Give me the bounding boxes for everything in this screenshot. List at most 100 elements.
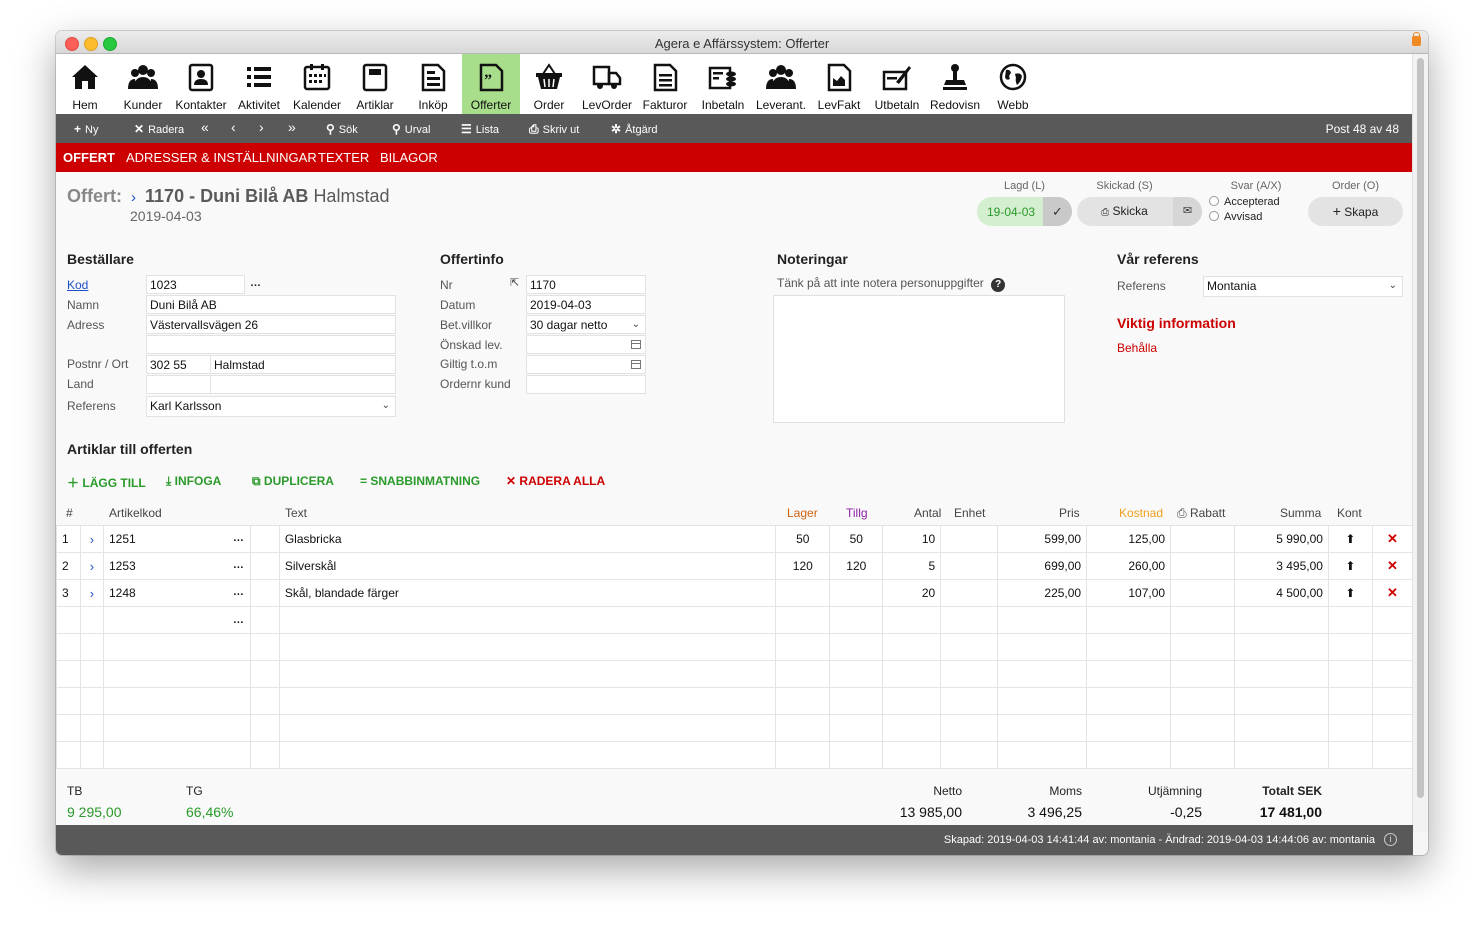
- duplicate-button[interactable]: ⧉ DUPLICERA: [252, 474, 334, 489]
- add-row-button[interactable]: ＋ LÄGG TILL: [67, 474, 146, 491]
- behalla-link[interactable]: Behålla: [1117, 341, 1157, 355]
- mail-icon[interactable]: ✉: [1173, 197, 1202, 226]
- code-lookup-button[interactable]: …: [233, 614, 245, 626]
- nr-field[interactable]: 1170: [526, 275, 646, 294]
- first-record-button[interactable]: «: [201, 119, 209, 135]
- row-delete[interactable]: ✕: [1371, 579, 1414, 607]
- rejected-radio[interactable]: Avvisad: [1209, 211, 1262, 223]
- help-icon[interactable]: ?: [991, 278, 1006, 292]
- row-code[interactable]: 1253…: [102, 552, 251, 580]
- row-unit[interactable]: [940, 552, 999, 580]
- toolbar-kunder[interactable]: Kunder: [114, 54, 172, 114]
- row-discount[interactable]: [1170, 579, 1235, 607]
- row-code[interactable]: 1248…: [102, 579, 251, 607]
- var-referens-select[interactable]: Montania ⌄: [1203, 276, 1403, 297]
- row-delete[interactable]: ✕: [1371, 525, 1414, 553]
- tab-bilagor[interactable]: BILAGOR: [380, 150, 438, 165]
- accepted-radio[interactable]: Accepterad: [1209, 196, 1280, 208]
- adress-field[interactable]: Västervallsvägen 26: [146, 315, 396, 334]
- calendar-icon[interactable]: [631, 360, 641, 369]
- toolbar-redovisn[interactable]: Redovisn: [926, 54, 984, 114]
- new-button[interactable]: + Ny: [74, 122, 98, 136]
- row-text[interactable]: Silverskål: [278, 552, 777, 580]
- toolbar-kalender[interactable]: Kalender: [288, 54, 346, 114]
- table-row[interactable]: 1 › 1251 … Glasbricka 50 50 10 599,00 125…: [56, 525, 1414, 553]
- row-code[interactable]: 1251…: [102, 525, 251, 553]
- delete-all-button[interactable]: ✕ RADERA ALLA: [506, 474, 605, 488]
- land-field[interactable]: [210, 375, 396, 394]
- row-account[interactable]: ⬆: [1327, 579, 1373, 607]
- code-lookup-button[interactable]: …: [233, 559, 245, 571]
- referens-select[interactable]: Karl Karlsson ⌄: [146, 396, 396, 417]
- toolbar-levfakt[interactable]: LevFakt: [810, 54, 868, 114]
- kod-lookup-button[interactable]: …: [250, 277, 262, 289]
- scrollbar-thumb[interactable]: [1417, 58, 1424, 798]
- row-unit[interactable]: [940, 525, 999, 553]
- ort-field[interactable]: Halmstad: [210, 355, 396, 374]
- print-button[interactable]: ⎙ Skriv ut: [529, 122, 579, 137]
- toolbar-fakturor[interactable]: Fakturor: [636, 54, 694, 114]
- row-cost[interactable]: 107,00: [1086, 579, 1172, 607]
- list-button[interactable]: ☰ Lista: [461, 122, 499, 136]
- tab-offert[interactable]: OFFERT: [63, 150, 115, 165]
- toolbar-leverant[interactable]: Leverant.: [752, 54, 810, 114]
- code-lookup-button[interactable]: …: [233, 586, 245, 598]
- postnr-field[interactable]: 302 55: [146, 355, 211, 374]
- info-icon[interactable]: i: [1384, 833, 1397, 846]
- toolbar-order[interactable]: Order: [520, 54, 578, 114]
- land-code-field[interactable]: [146, 375, 211, 394]
- namn-field[interactable]: Duni Bilå AB: [146, 295, 396, 314]
- search-button[interactable]: ⚲ Sök: [326, 122, 358, 136]
- row-price[interactable]: 599,00: [997, 525, 1088, 553]
- betvillkor-select[interactable]: 30 dagar netto ⌄: [526, 315, 646, 334]
- toolbar-inbetaln[interactable]: Inbetaln: [694, 54, 752, 114]
- onskad-field[interactable]: [526, 335, 646, 354]
- tab-texter[interactable]: TEXTER: [318, 150, 369, 165]
- table-row-empty[interactable]: …: [56, 606, 1414, 634]
- toolbar-inkop[interactable]: Inköp: [404, 54, 462, 114]
- toolbar-utbetaln[interactable]: Utbetaln: [868, 54, 926, 114]
- row-cost[interactable]: 125,00: [1086, 525, 1172, 553]
- datum-field[interactable]: 2019-04-03: [526, 295, 646, 314]
- row-unit[interactable]: [940, 579, 999, 607]
- last-record-button[interactable]: »: [288, 119, 296, 135]
- kod-link[interactable]: Kod: [67, 278, 88, 292]
- ordernr-field[interactable]: [526, 375, 646, 394]
- row-price[interactable]: 225,00: [997, 579, 1088, 607]
- row-discount[interactable]: [1170, 552, 1235, 580]
- toolbar-offerter[interactable]: ” Offerter: [462, 54, 520, 114]
- prev-record-button[interactable]: ‹: [231, 119, 236, 135]
- open-external-icon[interactable]: ⇱: [510, 276, 519, 289]
- row-price[interactable]: 699,00: [997, 552, 1088, 580]
- calendar-icon[interactable]: [631, 340, 641, 349]
- toolbar-artiklar[interactable]: Artiklar: [346, 54, 404, 114]
- row-expand[interactable]: ›: [79, 579, 104, 607]
- row-text[interactable]: Glasbricka: [278, 525, 777, 553]
- row-account[interactable]: ⬆: [1327, 552, 1373, 580]
- kod-field[interactable]: 1023: [146, 275, 245, 294]
- row-expand[interactable]: ›: [79, 552, 104, 580]
- create-order-button[interactable]: + Skapa: [1308, 197, 1403, 226]
- toolbar-hem[interactable]: Hem: [56, 54, 114, 114]
- adress-field-2[interactable]: [146, 335, 396, 354]
- filter-button[interactable]: ⚲ Urval: [392, 122, 430, 136]
- vertical-scrollbar[interactable]: [1412, 54, 1428, 832]
- table-row[interactable]: 2 › 1253 … Silverskål 120 120 5 699,00 26…: [56, 552, 1414, 580]
- toolbar-aktivitet[interactable]: Aktivitet: [230, 54, 288, 114]
- insert-button[interactable]: ⤓ INFOGA: [166, 474, 221, 489]
- row-qty[interactable]: 5: [882, 552, 942, 580]
- chevron-right-icon[interactable]: ›: [131, 189, 136, 206]
- row-expand[interactable]: ›: [79, 525, 104, 553]
- table-row[interactable]: 3 › 1248 … Skål, blandade färger 20 225,0…: [56, 579, 1414, 607]
- next-record-button[interactable]: ›: [259, 119, 264, 135]
- row-cost[interactable]: 260,00: [1086, 552, 1172, 580]
- noteringar-textarea[interactable]: [773, 295, 1065, 423]
- code-lookup-button[interactable]: …: [233, 532, 245, 544]
- row-discount[interactable]: [1170, 525, 1235, 553]
- toolbar-levorder[interactable]: LevOrder: [578, 54, 636, 114]
- row-delete[interactable]: ✕: [1371, 552, 1414, 580]
- row-qty[interactable]: 20: [882, 579, 942, 607]
- delete-button[interactable]: ✕ Radera: [134, 122, 184, 136]
- lagd-status[interactable]: 19-04-03 ✓: [977, 197, 1072, 226]
- toolbar-webb[interactable]: Webb: [984, 54, 1042, 114]
